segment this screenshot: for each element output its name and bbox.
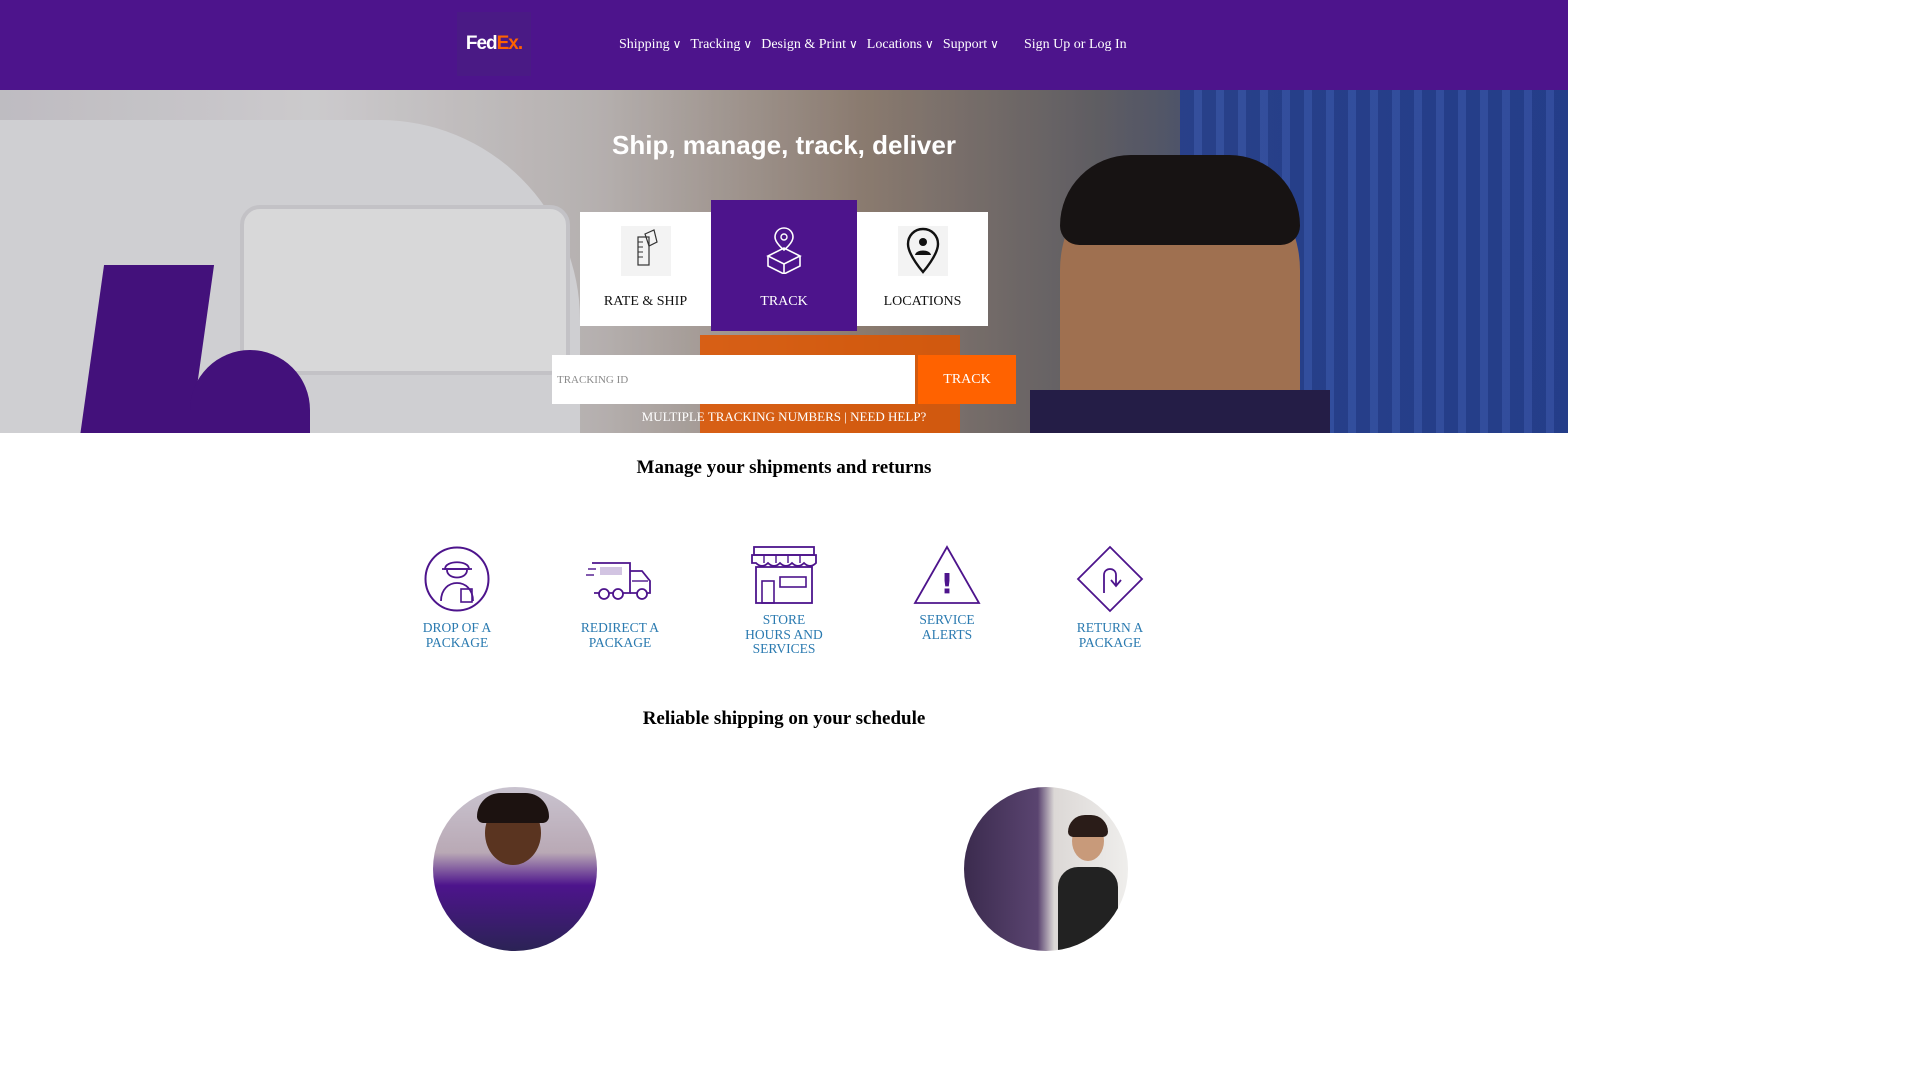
map-pin-icon	[897, 226, 948, 276]
svg-text:!: !	[941, 567, 954, 600]
quick-link-label: STORE HOURS AND SERVICES	[745, 612, 823, 656]
nav-locations[interactable]: Locations ∨	[867, 37, 934, 53]
service-alerts-link[interactable]: ! SERVICE ALERTS	[887, 545, 1007, 642]
tab-label: RATE & SHIP	[603, 294, 688, 309]
nav-support[interactable]: Support ∨	[943, 37, 999, 53]
track-button[interactable]: TRACK	[918, 355, 1016, 404]
redirect-package-link[interactable]: REDIRECT A PACKAGE	[560, 545, 680, 650]
quick-link-label: DROP OF A PACKAGE	[422, 620, 492, 650]
fedex-logo[interactable]: FedEx.	[457, 12, 531, 76]
tab-locations[interactable]: LOCATIONS	[857, 212, 988, 326]
tab-label: LOCATIONS	[883, 294, 962, 309]
sign-in-link[interactable]: Sign Up or Log In	[1024, 37, 1127, 53]
section-title: Reliable shipping on your schedule	[642, 708, 926, 729]
nav-design-print[interactable]: Design & Print ∨	[761, 37, 858, 53]
storefront-icon	[751, 546, 817, 604]
nav-shipping[interactable]: Shipping ∨	[619, 37, 681, 53]
chevron-down-icon: ∨	[672, 37, 682, 51]
store-staff-photo	[964, 787, 1128, 951]
logo-wordmark: FedEx.	[465, 33, 523, 54]
portrait-clothing	[1058, 867, 1118, 951]
delivery-truck-icon	[586, 562, 651, 600]
top-navigation-bar: FedEx. Shipping ∨ Tracking ∨ Design & Prin…	[0, 0, 1568, 90]
tab-rate-and-ship[interactable]: RATE & SHIP	[580, 212, 711, 326]
warning-triangle-icon: !	[913, 545, 981, 604]
store-hours-link[interactable]: STORE HOURS AND SERVICES	[724, 545, 844, 657]
box-location-icon	[759, 224, 809, 275]
section-title: Manage your shipments and returns	[636, 457, 932, 478]
nav-tracking[interactable]: Tracking ∨	[690, 37, 752, 53]
main-nav: Shipping ∨ Tracking ∨ Design & Print ∨ Loca…	[619, 37, 1008, 53]
tracking-help-links: MULTIPLE TRACKING NUMBERS | NEED HELP?	[0, 409, 1568, 425]
portrait-hair	[1068, 815, 1108, 837]
tracking-id-input[interactable]	[552, 355, 915, 404]
portrait-hair	[477, 793, 549, 823]
need-help-link[interactable]: NEED HELP?	[850, 409, 926, 424]
box-ruler-icon	[620, 226, 671, 276]
link-separator: |	[841, 409, 851, 424]
tab-label: TRACK	[760, 294, 808, 309]
quick-link-label: RETURN A PACKAGE	[1076, 620, 1144, 650]
hero-title: Ship, manage, track, deliver	[612, 130, 956, 160]
tab-track[interactable]: TRACK	[711, 200, 857, 331]
chevron-down-icon: ∨	[743, 37, 753, 51]
return-arrow-icon	[1076, 545, 1144, 613]
multiple-tracking-link[interactable]: MULTIPLE TRACKING NUMBERS	[642, 409, 841, 424]
chevron-down-icon: ∨	[990, 37, 999, 51]
quick-link-label: REDIRECT A PACKAGE	[580, 620, 660, 650]
chevron-down-icon: ∨	[849, 37, 858, 51]
courier-portrait-photo	[433, 787, 597, 951]
courier-person-icon	[424, 546, 490, 612]
hero-banner: Ship, manage, track, deliver RATE & SHIP	[0, 90, 1568, 433]
quick-link-label: SERVICE ALERTS	[919, 612, 975, 642]
chevron-down-icon: ∨	[925, 37, 934, 51]
drop-off-package-link[interactable]: DROP OF A PACKAGE	[397, 545, 517, 650]
return-package-link[interactable]: RETURN A PACKAGE	[1050, 545, 1170, 650]
